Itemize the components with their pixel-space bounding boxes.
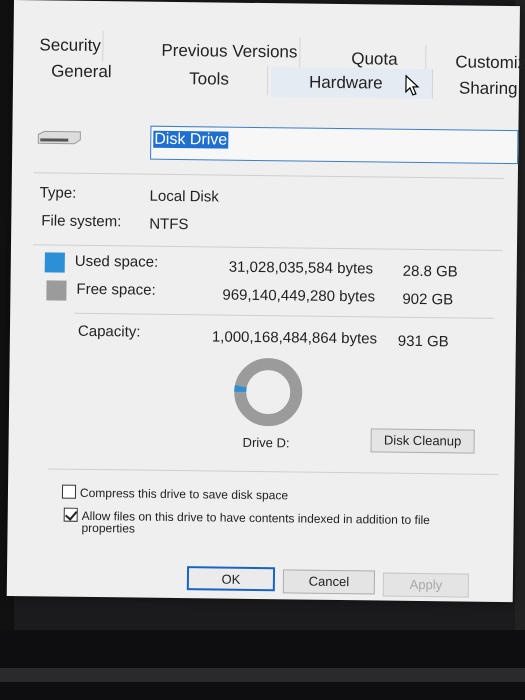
capacity-label: Capacity: bbox=[77, 322, 141, 341]
drive-name-input[interactable]: Disk Drive bbox=[150, 125, 519, 165]
cancel-button[interactable]: Cancel bbox=[282, 569, 376, 595]
apply-button[interactable]: Apply bbox=[382, 572, 470, 598]
filesystem-value: NTFS bbox=[149, 215, 189, 234]
ok-button[interactable]: OK bbox=[186, 566, 276, 592]
capacity-size: 931 GB bbox=[397, 332, 449, 351]
hard-drive-icon bbox=[37, 130, 81, 145]
used-space-label: Used space: bbox=[74, 252, 159, 271]
used-space-swatch bbox=[44, 252, 65, 273]
free-space-size: 902 GB bbox=[402, 290, 454, 309]
separator bbox=[74, 312, 495, 319]
compress-checkbox[interactable] bbox=[61, 484, 77, 499]
index-checkbox[interactable] bbox=[63, 507, 78, 522]
capacity-bytes: 1,000,168,484,864 bytes bbox=[211, 328, 378, 348]
drive-name-row: Disk Drive bbox=[12, 110, 519, 176]
free-space-label: Free space: bbox=[76, 280, 156, 299]
drive-letter-label: Drive D: bbox=[242, 434, 290, 451]
desk-background-bottom bbox=[0, 630, 525, 700]
tab-previous-versions[interactable]: Previous Versions bbox=[159, 35, 301, 68]
tab-sharing[interactable]: Sharing bbox=[457, 73, 520, 104]
donut-free-segment bbox=[234, 358, 303, 427]
separator bbox=[48, 468, 499, 475]
disk-usage-donut bbox=[234, 358, 303, 427]
type-label: Type: bbox=[39, 184, 77, 202]
free-space-swatch bbox=[46, 280, 67, 301]
index-label-line2: properties bbox=[81, 520, 136, 536]
mouse-cursor-icon bbox=[405, 74, 420, 96]
tab-tools[interactable]: Tools bbox=[150, 63, 269, 96]
screen-bezel bbox=[0, 668, 525, 682]
used-space-size: 28.8 GB bbox=[402, 262, 458, 281]
compress-label: Compress this drive to save disk space bbox=[79, 485, 289, 503]
type-value: Local Disk bbox=[149, 187, 219, 206]
free-space-bytes: 969,140,449,280 bytes bbox=[222, 286, 376, 306]
drive-properties-dialog: Security Previous Versions Quota Customi… bbox=[6, 0, 525, 603]
disk-cleanup-button[interactable]: Disk Cleanup bbox=[370, 428, 475, 454]
filesystem-label: File system: bbox=[41, 212, 122, 231]
tab-strip: Security Previous Versions Quota Customi… bbox=[13, 0, 525, 108]
used-space-bytes: 31,028,035,584 bytes bbox=[228, 258, 374, 278]
drive-name-text: Disk Drive bbox=[153, 130, 229, 149]
tab-general[interactable]: General bbox=[49, 56, 114, 87]
separator bbox=[33, 244, 503, 251]
